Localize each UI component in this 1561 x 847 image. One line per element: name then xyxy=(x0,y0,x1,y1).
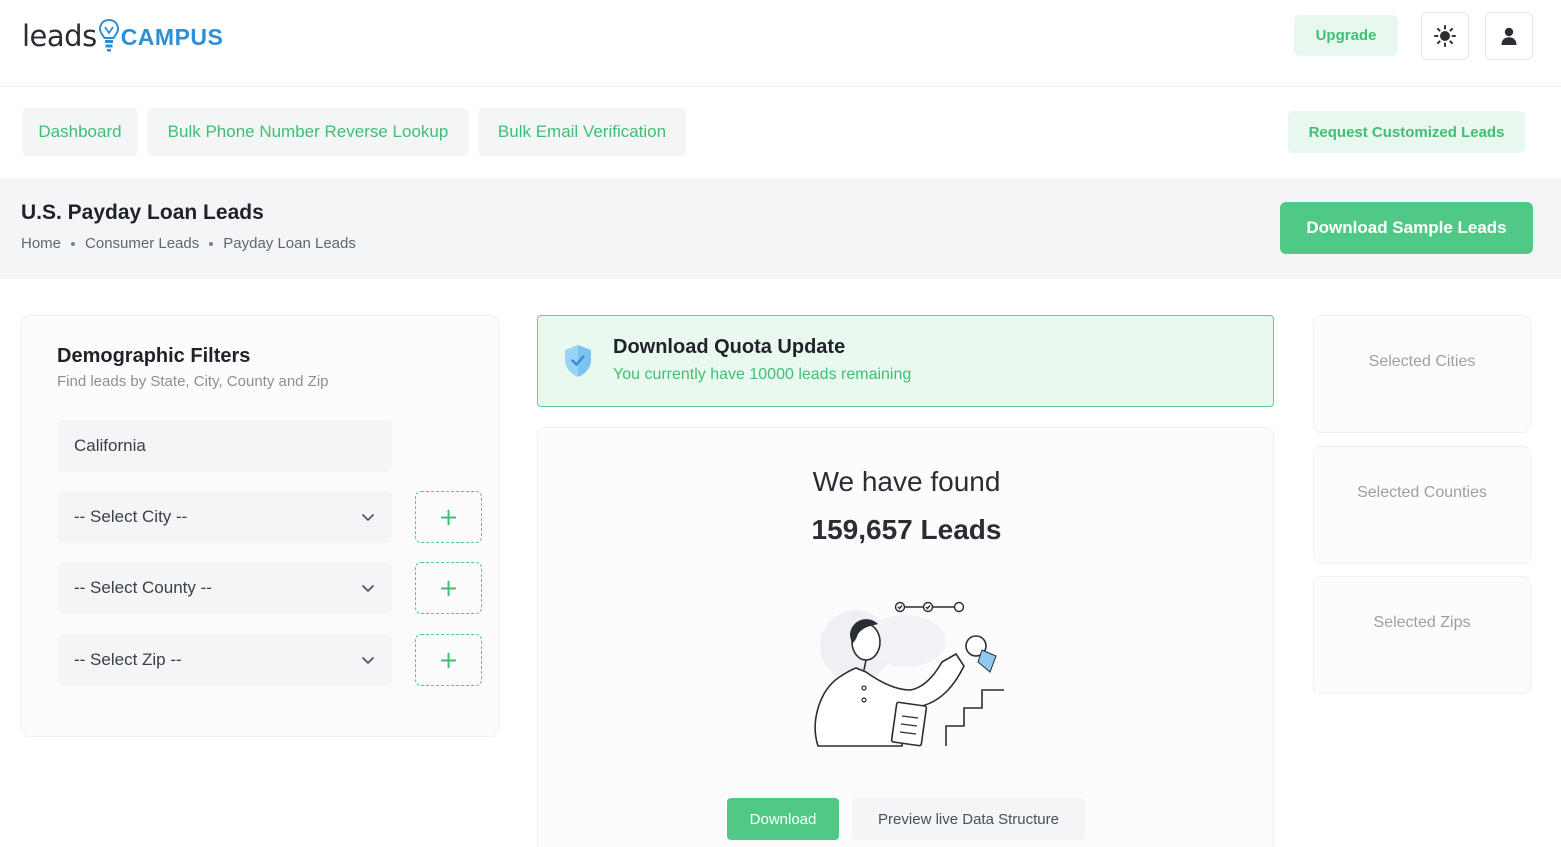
state-select[interactable]: California xyxy=(57,420,392,472)
zip-select[interactable]: -- Select Zip -- xyxy=(57,634,392,686)
add-county-button[interactable]: + xyxy=(415,562,482,614)
page-header: U.S. Payday Loan Leads Home Consumer Lea… xyxy=(0,178,1561,279)
upgrade-button[interactable]: Upgrade xyxy=(1294,15,1398,56)
nav-bulk-email-verification[interactable]: Bulk Email Verification xyxy=(478,108,686,156)
selected-counties-label: Selected Counties xyxy=(1357,484,1487,501)
breadcrumb-current: Payday Loan Leads xyxy=(223,235,356,252)
theme-toggle-button[interactable] xyxy=(1421,12,1469,60)
zip-placeholder: -- Select Zip -- xyxy=(74,650,182,669)
filters-title: Demographic Filters xyxy=(57,345,251,367)
nav-bulk-phone-lookup[interactable]: Bulk Phone Number Reverse Lookup xyxy=(147,108,469,156)
selected-zips-panel: Selected Zips xyxy=(1313,576,1531,694)
page-title: U.S. Payday Loan Leads xyxy=(21,201,264,224)
selected-zips-label: Selected Zips xyxy=(1373,614,1471,631)
logo-text-campus: CAMPUS xyxy=(120,24,224,50)
county-placeholder: -- Select County -- xyxy=(74,578,212,597)
user-icon xyxy=(1501,27,1517,45)
shield-check-icon xyxy=(565,345,591,377)
download-sample-leads-button[interactable]: Download Sample Leads xyxy=(1280,202,1533,254)
user-menu-button[interactable] xyxy=(1485,12,1533,60)
selected-cities-label: Selected Cities xyxy=(1368,353,1476,370)
filters-subtitle: Find leads by State, City, County and Zi… xyxy=(57,373,329,390)
chevron-down-icon xyxy=(362,514,374,522)
request-customized-leads-button[interactable]: Request Customized Leads xyxy=(1288,111,1525,153)
lightbulb-icon xyxy=(98,18,119,52)
add-zip-button[interactable]: + xyxy=(415,634,482,686)
quota-title: Download Quota Update xyxy=(613,336,846,358)
chevron-down-icon xyxy=(362,585,374,593)
selected-counties-panel: Selected Counties xyxy=(1313,446,1531,564)
logo-text-leads: leads xyxy=(22,19,97,53)
city-select[interactable]: -- Select City -- xyxy=(57,491,392,543)
quota-alert: Download Quota Update You currently have… xyxy=(537,315,1274,407)
breadcrumb-separator xyxy=(209,241,214,246)
city-placeholder: -- Select City -- xyxy=(74,507,188,526)
results-card: We have found 159,657 Leads Download Pre… xyxy=(537,427,1274,847)
sun-icon xyxy=(1434,25,1456,47)
brand-logo[interactable]: leads CAMPUS xyxy=(22,16,223,56)
found-count: 159,657 Leads xyxy=(811,514,1002,545)
chevron-down-icon xyxy=(362,657,374,665)
breadcrumb: Home Consumer Leads Payday Loan Leads xyxy=(21,235,356,252)
download-button[interactable]: Download xyxy=(727,798,839,840)
found-label: We have found xyxy=(812,466,1001,497)
breadcrumb-consumer-leads[interactable]: Consumer Leads xyxy=(85,235,199,252)
breadcrumb-home[interactable]: Home xyxy=(21,235,61,252)
selected-cities-panel: Selected Cities xyxy=(1313,315,1531,433)
demographic-filters-card: Demographic Filters Find leads by State,… xyxy=(21,315,499,737)
preview-data-structure-button[interactable]: Preview live Data Structure xyxy=(852,798,1085,840)
add-city-button[interactable]: + xyxy=(415,491,482,543)
state-value: California xyxy=(74,436,146,455)
county-select[interactable]: -- Select County -- xyxy=(57,562,392,614)
person-climbing-steps-illustration xyxy=(814,601,1004,747)
top-header: leads CAMPUS Upgrade xyxy=(0,0,1561,87)
quota-message: You currently have 10000 leads remaining xyxy=(613,366,912,383)
breadcrumb-separator xyxy=(71,241,76,246)
nav-dashboard[interactable]: Dashboard xyxy=(22,108,138,156)
